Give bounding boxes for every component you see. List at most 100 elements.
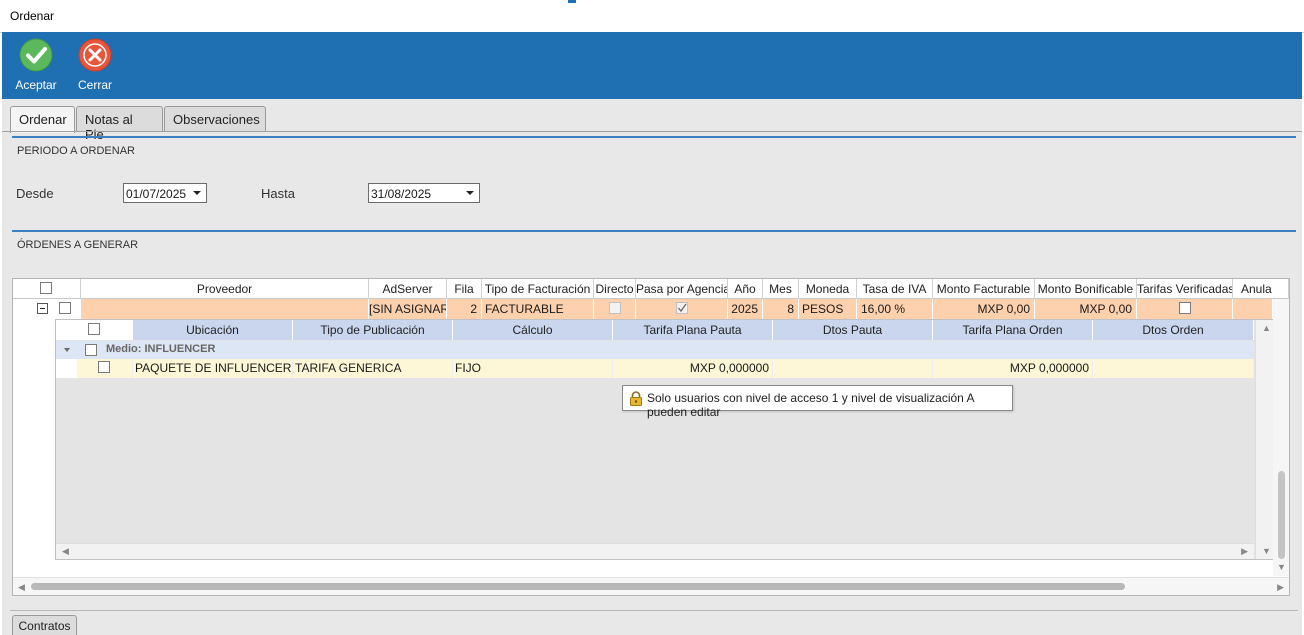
cell-pasa-por-agencia [636,299,728,319]
tab-ordenar[interactable]: Ordenar [10,106,75,133]
cell-mes: 8 [763,299,799,319]
tab-contratos[interactable]: Contratos [12,615,77,635]
scroll-down-icon[interactable]: ▼ [1277,562,1286,572]
order-row-checkbox[interactable] [59,302,71,314]
cell-ubicacion: PAQUETE DE INFLUENCERS [133,359,293,378]
vertical-scroll-thumb[interactable] [1278,471,1285,559]
section-divider-periodo [12,136,1296,138]
pasa-por-agencia-checkbox[interactable] [676,302,688,314]
col-tipo-publicacion[interactable]: Tipo de Publicación [293,320,453,340]
cell-monto-bonificable: MXP 0,00 [1035,299,1137,319]
hasta-date-picker[interactable]: 31/08/2025 [368,183,480,203]
scroll-left-icon[interactable]: ◀ [62,546,69,557]
detail-row[interactable]: PAQUETE DE INFLUENCERS TARIFA GENERICA F… [56,359,1254,378]
col-tasa-iva[interactable]: Tasa de IVA [857,279,933,299]
cell-monto-facturable: MXP 0,00 [933,299,1035,319]
col-tarifa-plana-pauta[interactable]: Tarifa Plana Pauta [613,320,773,340]
orders-vertical-scrollbar[interactable]: ▼ [1273,299,1289,576]
chevron-down-icon [466,191,474,195]
accept-button[interactable]: Aceptar [11,38,61,92]
cell-moneda: PESOS [799,299,857,319]
col-anio[interactable]: Año [728,279,763,299]
directo-checkbox[interactable] [609,302,621,314]
col-fila[interactable]: Fila [447,279,482,299]
detail-vertical-scrollbar[interactable]: ▲ ▼ [1255,320,1274,559]
col-tarifas-verificadas[interactable]: Tarifas Verificadas [1137,279,1233,299]
cell-tipo-facturacion: FACTURABLE [482,299,594,319]
check-circle-icon [19,38,53,72]
detail-grid-header: Ubicación Tipo de Publicación Cálculo Ta… [56,320,1254,340]
lock-icon [630,391,642,406]
cell-tarifa-plana-pauta: MXP 0,000000 [613,359,773,378]
cell-dtos-orden [1093,359,1254,378]
order-row[interactable]: [SIN ASIGNAR] 2 FACTURABLE 2025 8 PESOS … [13,299,1289,319]
col-mes[interactable]: Mes [763,279,799,299]
form-body: Ordenar Notas al Pie Observaciones PERIO… [2,99,1302,635]
window-title: Ordenar [10,9,55,23]
col-monto-facturable[interactable]: Monto Facturable [933,279,1035,299]
close-button[interactable]: Cerrar [72,38,118,92]
hasta-date-value: 31/08/2025 [371,187,432,201]
group-row-medio[interactable]: Medio: INFLUENCER [56,341,1254,359]
section-title-ordenes: ÓRDENES A GENERAR [17,239,139,251]
title-bar: Ordenar [0,0,1304,33]
chevron-down-icon [193,191,201,195]
horizontal-scroll-thumb[interactable] [31,583,1125,590]
col-pasa-por-agencia[interactable]: Pasa por Agencia [636,279,728,299]
hasta-label: Hasta [261,186,295,201]
orders-grid: Proveedor AdServer Fila Tipo de Facturac… [12,278,1290,596]
desde-label: Desde [16,186,54,201]
tab-notas-al-pie[interactable]: Notas al Pie [76,106,163,142]
checkmark-icon [678,303,687,313]
window-accent-mark [568,0,576,3]
collapse-row-icon[interactable] [37,303,48,314]
col-ubicacion[interactable]: Ubicación [133,320,293,340]
col-tarifa-plana-orden[interactable]: Tarifa Plana Orden [933,320,1093,340]
x-circle-icon [78,38,112,72]
orders-horizontal-scrollbar[interactable]: ◀ ▶ [13,577,1289,595]
col-directo[interactable]: Directo [594,279,636,299]
cell-anula [1233,299,1273,319]
cell-fila: 2 [447,299,482,319]
scroll-down-icon[interactable]: ▼ [1262,546,1271,556]
col-calculo[interactable]: Cálculo [453,320,613,340]
accept-label: Aceptar [15,78,57,92]
col-moneda[interactable]: Moneda [799,279,857,299]
cell-proveedor [81,299,369,319]
tarifas-verificadas-checkbox[interactable] [1179,302,1191,314]
cell-calculo: FIJO [453,359,613,378]
scroll-right-icon[interactable]: ▶ [1277,582,1284,593]
bottom-divider [10,610,1298,611]
cell-tarifa-plana-orden: MXP 0,000000 [933,359,1093,378]
col-dtos-orden[interactable]: Dtos Orden [1093,320,1254,340]
section-title-periodo: PERIODO A ORDENAR [17,145,135,157]
cell-tipo-publicacion: TARIFA GENERICA [293,359,453,378]
close-label: Cerrar [77,78,112,92]
detail-row-checkbox[interactable] [98,361,110,373]
collapse-group-icon[interactable] [64,348,70,352]
col-adserver[interactable]: AdServer [369,279,447,299]
section-divider-ordenes [12,230,1296,232]
scroll-up-icon[interactable]: ▲ [1262,323,1271,333]
detail-horizontal-scrollbar[interactable]: ◀ ▶ [56,543,1254,559]
detail-select-all-checkbox[interactable] [88,323,100,335]
col-proveedor[interactable]: Proveedor [81,279,369,299]
desde-date-value: 01/07/2025 [126,187,187,201]
cell-dtos-pauta [773,359,933,378]
scroll-right-icon[interactable]: ▶ [1241,546,1248,557]
ribbon-toolbar: Aceptar Cerrar [2,32,1302,99]
detail-row-select-cell [77,359,133,378]
col-anula[interactable]: Anula [1233,279,1289,299]
scroll-left-icon[interactable]: ◀ [18,582,25,593]
detail-header-select-cell [56,320,133,340]
cell-directo [594,299,636,319]
desde-date-picker[interactable]: 01/07/2025 [123,183,207,203]
col-dtos-pauta[interactable]: Dtos Pauta [773,320,933,340]
cell-tasa-iva: 16,00 % [857,299,933,319]
tab-observaciones[interactable]: Observaciones [164,106,266,132]
col-monto-bonificable[interactable]: Monto Bonificable [1035,279,1137,299]
select-all-checkbox[interactable] [40,282,52,294]
header-select-cell [13,279,81,299]
group-checkbox[interactable] [85,344,97,356]
col-tipo-facturacion[interactable]: Tipo de Facturación [482,279,594,299]
